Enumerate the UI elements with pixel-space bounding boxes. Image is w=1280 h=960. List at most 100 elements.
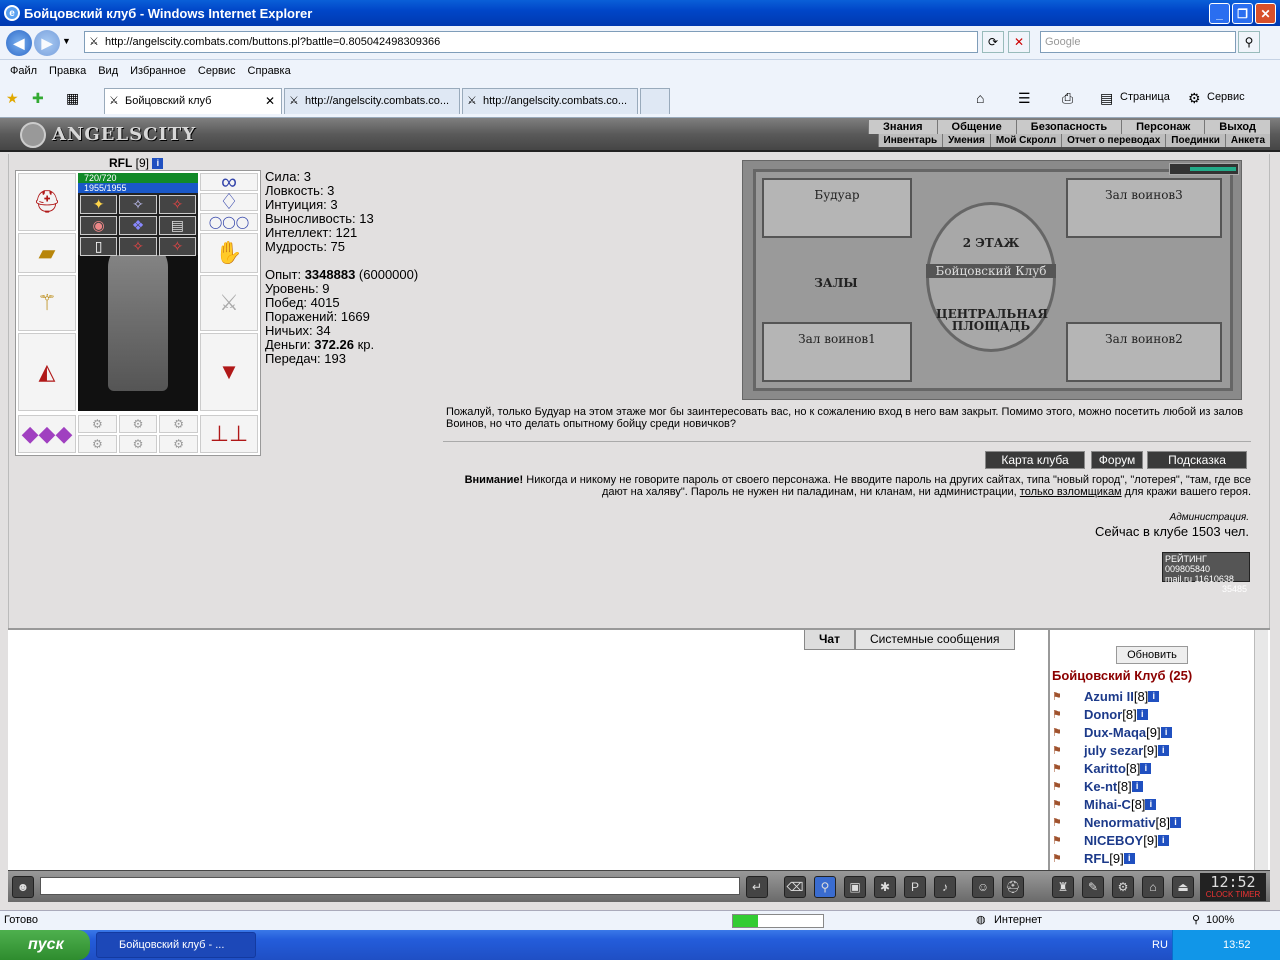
nav-fights[interactable]: Поединки <box>1165 134 1225 147</box>
page-menu[interactable]: Страница <box>1120 91 1170 103</box>
feeds-icon[interactable]: ☰ <box>1018 90 1031 107</box>
list-item[interactable]: ⚑ Karitto [8] i <box>1052 760 1152 776</box>
list-item[interactable]: ⚑ Donor [8] i <box>1052 706 1148 722</box>
nav-security[interactable]: Безопасность <box>1015 120 1121 134</box>
close-button[interactable]: ✕ <box>1255 3 1276 24</box>
boots-slot[interactable]: ⊥⊥ <box>200 415 258 453</box>
pocket-slot[interactable]: ⚙ <box>118 415 158 433</box>
tab-chat[interactable]: Чат <box>804 630 855 650</box>
map-club-label[interactable]: Бойцовский Клуб <box>926 264 1056 278</box>
info-icon[interactable]: i <box>1170 816 1181 828</box>
belt-slot[interactable]: ◆◆◆ <box>18 415 76 453</box>
nav-inventory[interactable]: Инвентарь <box>877 134 943 147</box>
rune-slot[interactable]: ✧ <box>158 237 196 256</box>
zoom-level[interactable]: 100% <box>1206 911 1234 929</box>
user-list-scrollbar[interactable] <box>1254 630 1268 872</box>
house-icon[interactable]: ⌂ <box>1142 876 1164 898</box>
forward-button[interactable]: ▶ <box>34 30 60 56</box>
nav-exit[interactable]: Выход <box>1204 120 1270 134</box>
menu-tools[interactable]: Сервис <box>192 65 242 77</box>
pocket-slot[interactable]: ⚙ <box>118 435 158 453</box>
nav-skills[interactable]: Умения <box>942 134 990 147</box>
pl-icon[interactable]: P <box>904 876 926 898</box>
list-item[interactable]: ⚑ Mihai-C [8] i <box>1052 796 1157 812</box>
shield-slot[interactable]: ⚔ <box>200 275 258 331</box>
save-icon[interactable]: ▣ <box>844 876 866 898</box>
fight-icon[interactable]: ✱ <box>874 876 896 898</box>
rune-slot[interactable]: ✦ <box>80 195 118 214</box>
refresh-icon[interactable]: ⟳ <box>982 31 1004 53</box>
club-map-button[interactable]: Карта клуба <box>985 451 1085 469</box>
info-icon[interactable]: i <box>1148 690 1160 702</box>
url-field[interactable]: ⚔ http://angelscity.combats.com/buttons.… <box>84 31 978 53</box>
map-halls-label[interactable]: ЗАЛЫ <box>796 276 876 290</box>
add-favorite-icon[interactable]: ✚ <box>32 90 44 107</box>
rune-slot[interactable]: ◉ <box>80 216 118 235</box>
rune-slot[interactable]: ▤ <box>158 216 196 235</box>
rune-slot[interactable]: ✧ <box>119 237 157 256</box>
rings-slot[interactable]: ◯◯◯ <box>200 213 258 231</box>
search-icon[interactable]: ⚲ <box>1238 31 1260 53</box>
info-icon[interactable]: i <box>1123 852 1135 864</box>
room-hall3[interactable]: Зал воинов3 <box>1066 178 1222 238</box>
hint-button[interactable]: Подсказка <box>1147 451 1247 469</box>
maximize-button[interactable]: ❐ <box>1232 3 1253 24</box>
favorites-star-icon[interactable]: ★ <box>6 90 19 107</box>
home-icon[interactable]: ⌂ <box>976 90 984 106</box>
info-icon[interactable]: i <box>1145 798 1157 810</box>
pocket-slot[interactable]: ⚙ <box>159 415 198 433</box>
info-icon[interactable]: i <box>1131 780 1143 792</box>
stop-icon[interactable]: ✕ <box>1008 31 1030 53</box>
rune-slot[interactable]: ✧ <box>158 195 196 214</box>
info-icon[interactable]: i <box>1157 834 1169 846</box>
nav-transfer-report[interactable]: Отчет о переводах <box>1061 134 1165 147</box>
bracers-slot[interactable]: ▰ <box>18 233 76 273</box>
rune-slot[interactable]: ❖ <box>119 216 157 235</box>
menu-edit[interactable]: Правка <box>43 65 92 77</box>
nav-communication[interactable]: Общение <box>936 120 1016 134</box>
list-item[interactable]: ⚑ Dux-Maqa [9] i <box>1052 724 1172 740</box>
rune-slot[interactable]: ▯ <box>80 237 118 256</box>
scroll-icon[interactable]: ✎ <box>1082 876 1104 898</box>
gear-icon[interactable]: ⚙ <box>1112 876 1134 898</box>
tab-system-messages[interactable]: Системные сообщения <box>854 630 1015 650</box>
eraser-icon[interactable]: ⌫ <box>784 876 806 898</box>
quick-tabs-icon[interactable]: ▦ <box>66 90 79 107</box>
info-icon[interactable]: i <box>1157 744 1169 756</box>
tab-fight-club[interactable]: ⚔ Бойцовский клуб ✕ <box>104 88 282 114</box>
amulet-slot[interactable]: ♢ <box>200 189 258 214</box>
print-icon[interactable]: ⎙ <box>1062 90 1073 107</box>
info-icon[interactable]: i <box>1136 708 1148 720</box>
send-icon[interactable]: ↵ <box>746 876 768 898</box>
room-hall2[interactable]: Зал воинов2 <box>1066 322 1222 382</box>
mailru-counter[interactable]: РЕЙТИНГ 009805840 mail.ru 11610638 35485 <box>1162 552 1250 594</box>
chat-input[interactable] <box>40 877 740 895</box>
back-button[interactable]: ◀ <box>6 30 32 56</box>
tab-angelscity-2[interactable]: ⚔ http://angelscity.combats.co... <box>462 88 638 114</box>
start-button[interactable]: пуск <box>0 930 90 960</box>
menu-file[interactable]: Файл <box>4 65 43 77</box>
armor-slot[interactable]: ◭ <box>18 333 76 411</box>
pocket-slot[interactable]: ⚙ <box>78 415 117 433</box>
weapon-slot[interactable]: ⚚ <box>18 275 76 331</box>
info-icon[interactable]: i <box>1140 762 1152 774</box>
pocket-slot[interactable]: ⚙ <box>159 435 198 453</box>
search-input[interactable]: Google <box>1040 31 1236 53</box>
helmet-slot[interactable]: ⛑ <box>18 173 76 231</box>
list-item[interactable]: ⚑ Nenormativ [8] i <box>1052 814 1181 830</box>
gloves-slot[interactable]: ✋ <box>200 233 258 273</box>
chat-head-icon[interactable]: ☻ <box>12 876 34 898</box>
list-item[interactable]: ⚑ Azumi II [8] i <box>1052 688 1160 704</box>
info-icon[interactable]: i <box>152 158 164 170</box>
language-indicator[interactable]: RU <box>1152 930 1168 960</box>
hackers-link[interactable]: только взломщикам <box>1020 486 1122 498</box>
taskbar-ie-button[interactable]: Бойцовский клуб - ... <box>96 932 256 958</box>
game-logo[interactable]: ANGELSCITY <box>20 122 196 148</box>
history-dropdown-icon[interactable]: ▼ <box>62 36 71 46</box>
map-central-label[interactable]: ЦЕНТРАЛЬНАЯ ПЛОЩАДЬ <box>936 308 1048 332</box>
room-boudoir[interactable]: Будуар <box>762 178 912 238</box>
bag-icon[interactable]: ♜ <box>1052 876 1074 898</box>
sound-icon[interactable]: ♪ <box>934 876 956 898</box>
filter-icon[interactable]: ⚲ <box>814 876 836 898</box>
nav-my-scroll[interactable]: Мой Скролл <box>989 134 1061 147</box>
